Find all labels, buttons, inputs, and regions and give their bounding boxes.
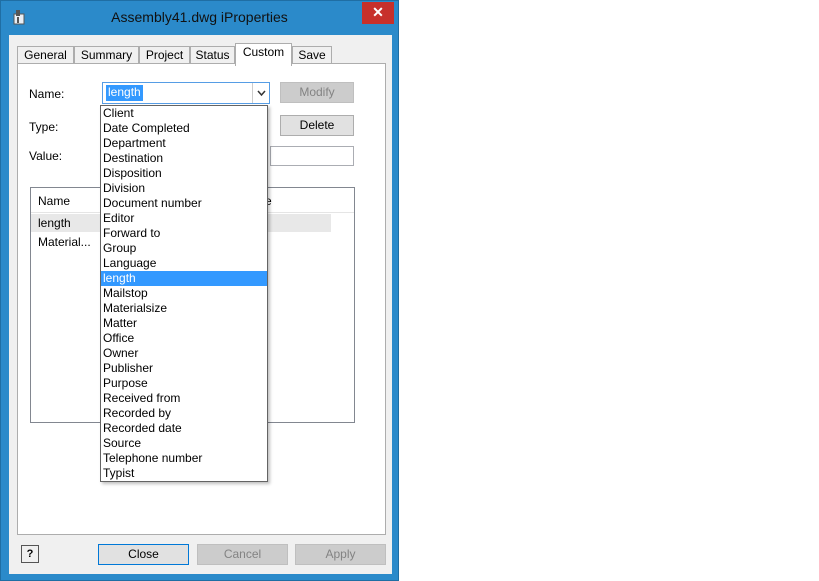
window-close-button[interactable]: ✕ [362,2,394,24]
dropdown-item[interactable]: Division [101,181,267,196]
name-combobox-value[interactable]: length [106,85,143,101]
column-name-header[interactable]: Name [38,194,70,208]
delete-button[interactable]: Delete [280,115,354,136]
dropdown-item[interactable]: Recorded by [101,406,267,421]
value-label: Value: [29,149,63,163]
dropdown-item[interactable]: Recorded date [101,421,267,436]
tab-custom[interactable]: Custom [235,43,292,66]
dropdown-item[interactable]: Owner [101,346,267,361]
chevron-down-icon[interactable] [252,83,269,103]
dropdown-item[interactable]: Destination [101,151,267,166]
dropdown-item[interactable]: Department [101,136,267,151]
close-button[interactable]: Close [98,544,189,565]
dropdown-item[interactable]: Materialsize [101,301,267,316]
title-bar[interactable]: Assembly41.dwg iProperties ✕ [1,1,398,35]
dropdown-item[interactable]: Typist [101,466,267,481]
dropdown-item[interactable]: Document number [101,196,267,211]
dropdown-item[interactable]: Forward to [101,226,267,241]
dropdown-item[interactable]: Date Completed [101,121,267,136]
type-label: Type: [29,120,59,134]
value-input[interactable] [270,146,354,166]
dropdown-item[interactable]: Received from [101,391,267,406]
list-row-name: length [38,216,71,230]
name-label: Name: [29,87,65,101]
dropdown-item[interactable]: Office [101,331,267,346]
modify-button[interactable]: Modify [280,82,354,103]
dropdown-item[interactable]: Source [101,436,267,451]
dropdown-item[interactable]: Group [101,241,267,256]
dropdown-item[interactable]: Matter [101,316,267,331]
name-dropdown-list[interactable]: Client Date Completed Department Destinatio… [100,105,268,482]
dropdown-item[interactable]: Telephone number [101,451,267,466]
list-row-name: Material... [38,235,91,249]
dropdown-item[interactable]: Disposition [101,166,267,181]
dropdown-item[interactable]: Publisher [101,361,267,376]
dropdown-item[interactable]: Client [101,106,267,121]
help-icon[interactable]: ? [21,545,39,563]
apply-button[interactable]: Apply [295,544,386,565]
window-title: Assembly41.dwg iProperties [111,9,288,25]
dropdown-item[interactable]: length [101,271,267,286]
dropdown-item[interactable]: Language [101,256,267,271]
dropdown-item[interactable]: Editor [101,211,267,226]
cancel-button[interactable]: Cancel [197,544,288,565]
dropdown-item[interactable]: Purpose [101,376,267,391]
dropdown-item[interactable]: Mailstop [101,286,267,301]
name-combobox[interactable]: length [102,82,270,104]
